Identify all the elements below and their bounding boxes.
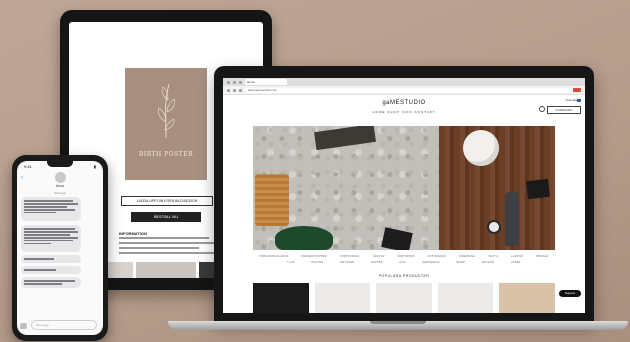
cart-button[interactable]: KUNDVAGN <box>547 106 581 114</box>
laptop-screen: Home www.gamestudio.com gaMESTUDIO HOME … <box>223 78 585 313</box>
message-bubble[interactable] <box>21 277 81 288</box>
address-bar: www.gamestudio.com <box>223 86 585 95</box>
category-link[interactable]: PRESENTPAPPER <box>301 255 327 258</box>
laptop-notch <box>370 321 426 324</box>
battery-icon: ▮ <box>93 164 96 169</box>
avatar[interactable] <box>55 172 66 183</box>
clock: 9:41 <box>24 164 32 169</box>
poster-caption: BIRTH POSTER <box>138 151 194 158</box>
bowl-object <box>275 226 333 250</box>
upload-design-button[interactable]: LADDA UPP DIN EGEN BILD/DESIGN <box>121 196 213 206</box>
message-bubble[interactable] <box>21 197 81 221</box>
language-selector[interactable]: Svenska <box>565 98 577 102</box>
flag-icon[interactable] <box>577 99 581 102</box>
category-link[interactable]: LAMPOR <box>511 255 523 258</box>
info-heading: INFORMATION <box>119 231 147 236</box>
category-link[interactable]: FÖRVARINGSLÅDOR <box>259 255 288 258</box>
message-bubble[interactable] <box>21 255 81 263</box>
category-links: FÖRVARINGSLÅDOR PRESENTPAPPER KORTFODRAL… <box>253 255 555 258</box>
product-card[interactable] <box>437 283 494 313</box>
watch-object <box>487 220 501 234</box>
extension-icon[interactable] <box>573 88 581 92</box>
phone-screen: 9:41 ▮ ‹ Anna iMessage iMessage <box>17 161 103 335</box>
support-chat-button[interactable]: Support <box>559 290 581 297</box>
popular-products-heading: POPULÄRA PRODUKTER <box>378 274 430 278</box>
search-icon[interactable] <box>539 106 545 112</box>
category-link[interactable]: TEXTIL <box>488 255 498 258</box>
product-card[interactable] <box>253 283 309 313</box>
site-header: gaMESTUDIO HOME SHOP INFO KONTAKT Svensk… <box>223 95 585 117</box>
category-link[interactable]: KÖK <box>400 261 406 264</box>
product-card[interactable] <box>314 283 371 313</box>
botanical-icon <box>157 83 176 139</box>
info-text <box>119 237 219 257</box>
category-link[interactable]: INREDNING <box>459 255 476 258</box>
site-nav[interactable]: HOME SHOP INFO KONTAKT <box>223 110 585 114</box>
window-control-icon[interactable] <box>233 80 236 84</box>
camera-icon[interactable] <box>20 323 27 329</box>
product-card[interactable] <box>499 283 555 313</box>
category-link[interactable]: BÖCKER <box>536 255 548 258</box>
cup-object <box>463 130 499 166</box>
category-link[interactable]: LJUS <box>287 261 294 264</box>
basket-object <box>255 174 289 226</box>
product-card[interactable] <box>376 283 432 313</box>
category-link[interactable]: SMYCKEN <box>340 261 354 264</box>
product-grid <box>253 283 555 313</box>
browser-tabbar: Home <box>223 78 585 86</box>
message-bubble[interactable] <box>21 225 81 252</box>
message-input[interactable]: iMessage <box>31 320 97 330</box>
url-input[interactable]: www.gamestudio.com <box>245 87 570 93</box>
hero-image[interactable] <box>253 126 555 250</box>
bottle-object <box>505 192 519 246</box>
browser-tab[interactable]: Home <box>245 79 287 85</box>
thumbnail[interactable] <box>135 262 197 278</box>
poster-preview: BIRTH POSTER <box>125 68 207 180</box>
window-control-icon[interactable] <box>227 80 230 84</box>
category-link[interactable]: KRUKOR <box>482 261 495 264</box>
phone-notch <box>47 161 73 167</box>
contact-name[interactable]: Anna <box>17 184 103 188</box>
category-link[interactable]: KORTFODRAL <box>340 255 360 258</box>
category-link[interactable]: VASER <box>511 261 521 264</box>
back-icon[interactable] <box>227 88 230 92</box>
message-timestamp: iMessage <box>54 191 66 195</box>
category-link[interactable]: DOFTER <box>311 261 323 264</box>
category-link[interactable]: PAPPER <box>371 261 383 264</box>
laptop-device: Home www.gamestudio.com gaMESTUDIO HOME … <box>214 66 594 322</box>
category-link[interactable]: BORD <box>457 261 465 264</box>
back-icon[interactable]: ‹ <box>21 175 23 181</box>
card-object <box>526 178 550 200</box>
category-link[interactable]: VÄSKOR <box>372 255 384 258</box>
category-links: LJUS DOFTER SMYCKEN PAPPER KÖK SERVERING… <box>253 261 555 264</box>
site-logo[interactable]: gaMESTUDIO <box>223 100 585 106</box>
category-link[interactable]: SERVERING <box>423 261 440 264</box>
category-link[interactable]: FOTORAMAR <box>428 255 447 258</box>
reload-icon[interactable] <box>239 88 242 92</box>
message-bubble[interactable] <box>21 266 81 274</box>
forward-icon[interactable] <box>233 88 236 92</box>
phone-device: 9:41 ▮ ‹ Anna iMessage iMessage <box>12 155 108 341</box>
window-control-icon[interactable] <box>239 80 242 84</box>
order-now-button[interactable]: BESTÄLL NU <box>131 212 201 222</box>
category-link[interactable]: SKRIVBORD <box>397 255 414 258</box>
